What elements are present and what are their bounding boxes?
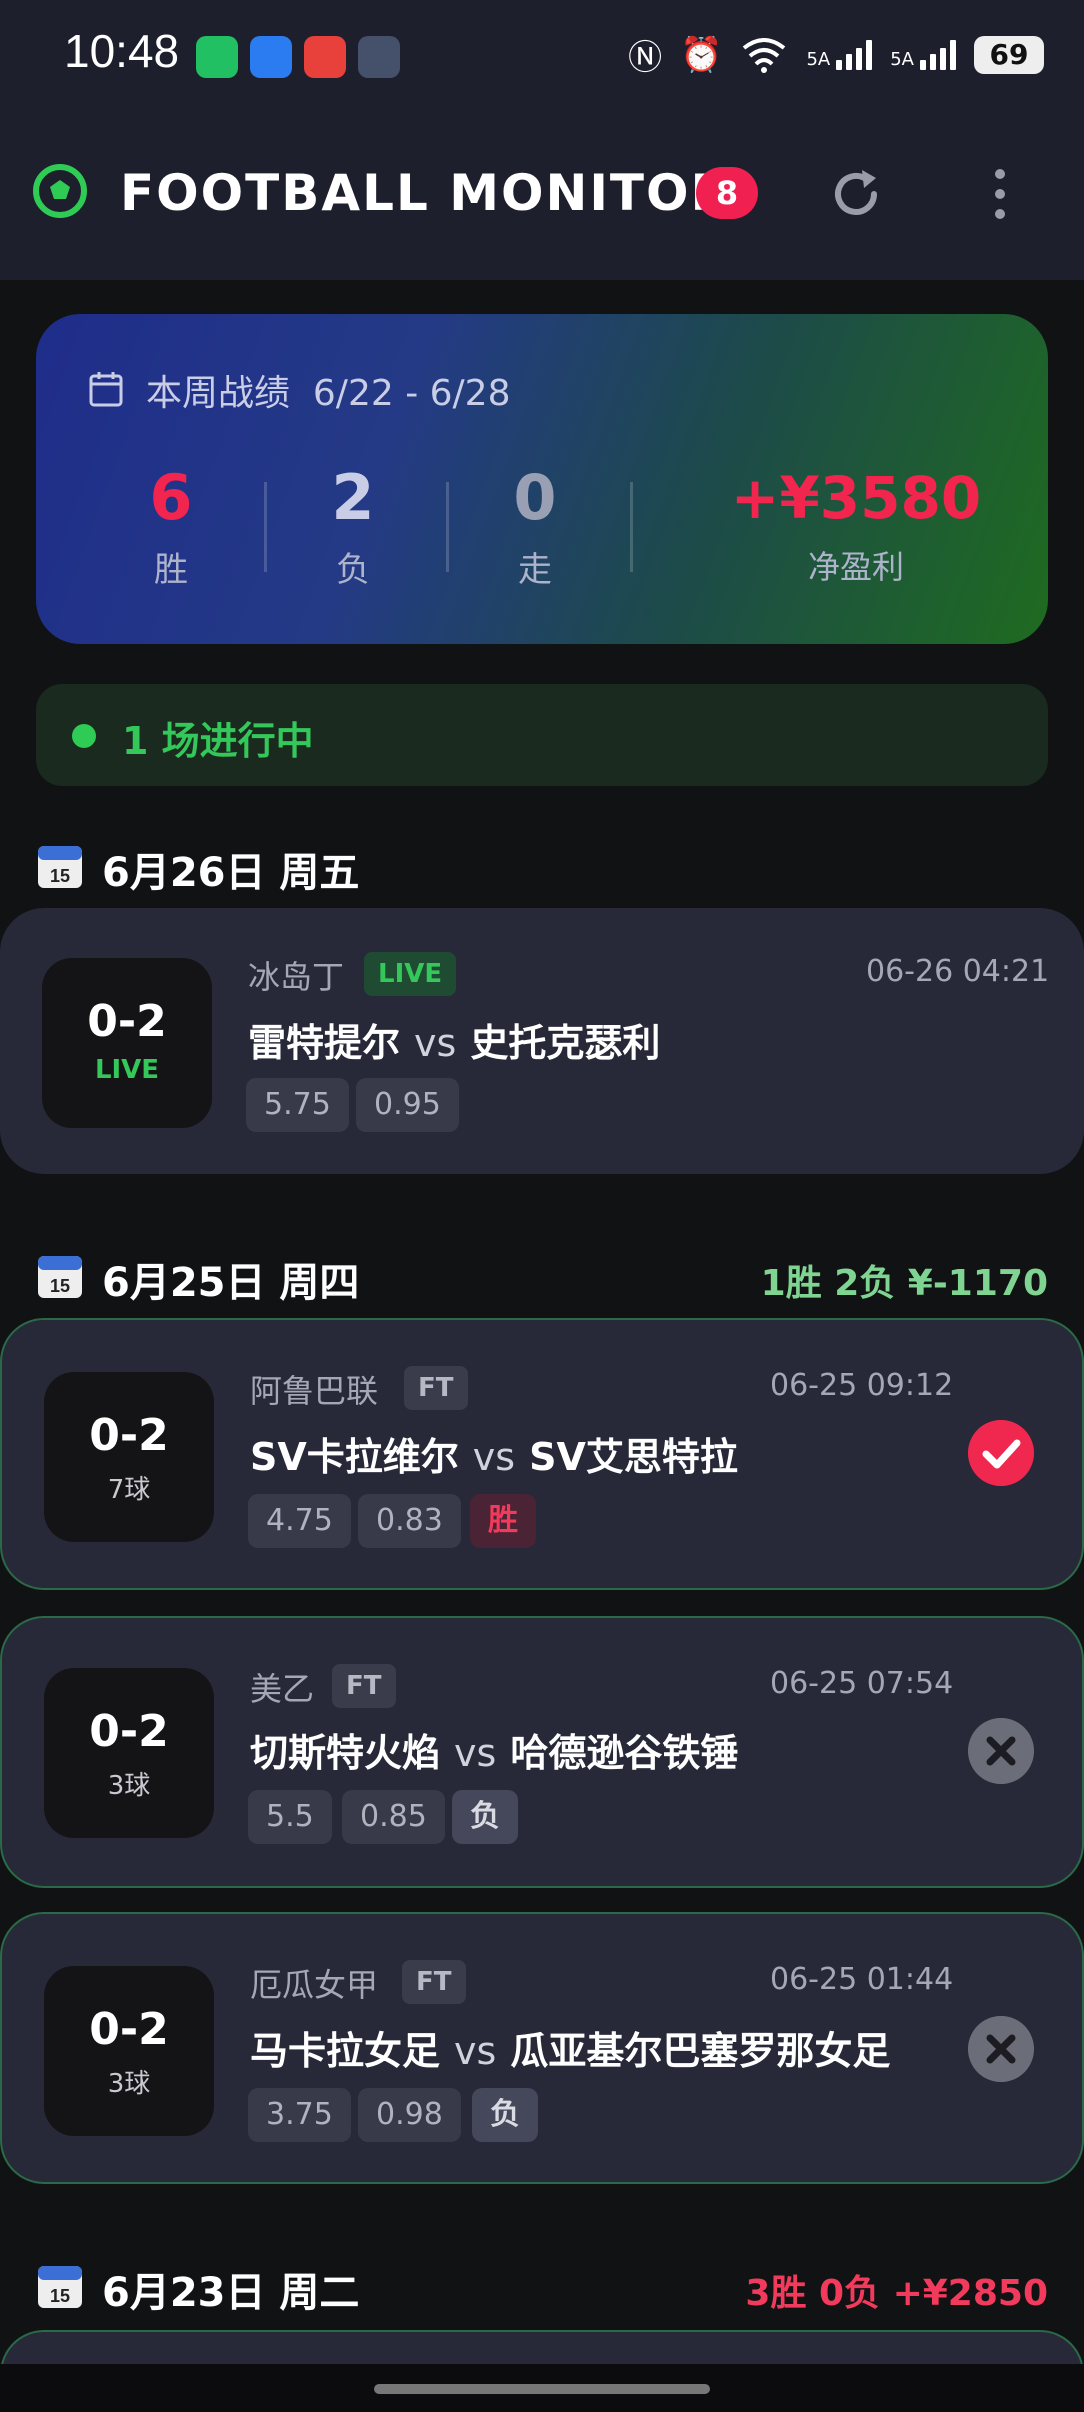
status-chip: LIVE (364, 952, 457, 996)
match-teams: 马卡拉女足 vs 瓜亚基尔巴塞罗那女足 (250, 2029, 891, 2073)
odd-chip: 5.5 (248, 1790, 332, 1844)
status-bar: 10:48 Ⓝ ⏰ 5A 5A 69 (0, 0, 1084, 110)
score-box: 0-2 LIVE (42, 958, 212, 1128)
match-card[interactable]: 0-2 3球 厄瓜女甲 FT 06-25 01:44 马卡拉女足 vs 瓜亚基尔巴塞… (0, 1912, 1084, 2184)
wechat-icon (196, 36, 238, 78)
score-box: 0-2 3球 (44, 1668, 214, 1838)
status-right: Ⓝ ⏰ 5A 5A 69 (628, 30, 1044, 79)
live-dot-icon (72, 724, 96, 748)
result-chip: 胜 (470, 1494, 536, 1548)
football-icon (33, 164, 87, 218)
status-chip: FT (404, 1366, 468, 1410)
calendar-day-icon: 15 (38, 2266, 82, 2308)
odd-chip: 3.75 (248, 2088, 351, 2142)
calendar-day-icon: 15 (38, 1256, 82, 1298)
app-618-icon (304, 36, 346, 78)
signal-icon-1: 5A (806, 39, 873, 70)
day-header: 15 6月25日 周四 1胜 2负 ¥-1170 (36, 1246, 1048, 1306)
score-box: 0-2 7球 (44, 1372, 214, 1542)
calendar-day-icon: 15 (38, 846, 82, 888)
day-header: 15 6月23日 周二 3胜 0负 +¥2850 (36, 2256, 1048, 2316)
app-shield-icon (250, 36, 292, 78)
match-teams: SV卡拉维尔 vs SV艾思特拉 (250, 1435, 738, 1479)
match-teams: 雷特提尔 vs 史托克瑟利 (248, 1021, 661, 1065)
check-icon (968, 1420, 1034, 1486)
odd-chip: 0.83 (358, 1494, 461, 1548)
stat-divider (446, 482, 449, 572)
battery-icon: 69 (974, 35, 1044, 74)
app-flutter-icon (358, 36, 400, 78)
weekly-label: 本周战绩 6/22 - 6/28 (146, 373, 511, 414)
cross-icon (968, 1718, 1034, 1784)
status-time: 10:48 (64, 25, 180, 77)
signal-icon-2: 5A (890, 39, 956, 70)
notification-badge[interactable]: 8 (696, 167, 758, 219)
day-header: 15 6月26日 周五 (36, 836, 1048, 896)
match-card[interactable]: 0-2 LIVE 冰岛丁 LIVE 06-26 04:21 雷特提尔 vs 史托克瑟… (0, 908, 1084, 1174)
alarm-icon: ⏰ (680, 34, 723, 75)
day-summary: 3胜 0负 +¥2850 (745, 2273, 1048, 2314)
match-card[interactable]: 0-2 7球 阿鲁巴联 FT 06-25 09:12 SV卡拉维尔 vs SV艾思特… (0, 1318, 1084, 1590)
match-teams: 切斯特火焰 vs 哈德逊谷铁锤 (250, 1731, 739, 1775)
more-vert-icon[interactable] (982, 164, 1018, 224)
status-chip: FT (332, 1664, 396, 1708)
score-box: 0-2 3球 (44, 1966, 214, 2136)
stat-losses: 2 负 (331, 461, 375, 591)
nfc-icon: Ⓝ (628, 38, 663, 78)
status-chip: FT (402, 1960, 466, 2004)
refresh-icon[interactable] (826, 164, 886, 224)
stat-profit: +¥3580 净盈利 (730, 464, 982, 586)
odd-chip: 4.75 (248, 1494, 351, 1548)
odd-chip: 0.85 (342, 1790, 445, 1844)
stat-draws: 0 走 (513, 461, 557, 591)
weekly-summary-card: 本周战绩 6/22 - 6/28 6 胜 2 负 0 走 +¥3580 净盈利 (36, 314, 1048, 644)
calendar-icon (89, 372, 123, 407)
live-banner[interactable]: 1 场进行中 (36, 684, 1048, 786)
svg-text:15: 15 (50, 2286, 70, 2306)
cross-icon (968, 2016, 1034, 2082)
odd-chip: 0.98 (358, 2088, 461, 2142)
odd-chip: 5.75 (246, 1078, 349, 1132)
odd-chip: 0.95 (356, 1078, 459, 1132)
app-bar: FOOTBALL MONITOR 8 (0, 110, 1084, 280)
gesture-bar[interactable] (374, 2384, 710, 2394)
result-chip: 负 (452, 1790, 518, 1844)
stat-wins: 6 胜 (149, 461, 193, 591)
wifi-icon (743, 37, 786, 73)
result-chip: 负 (472, 2088, 538, 2142)
svg-text:15: 15 (50, 1276, 70, 1296)
stat-divider (264, 482, 267, 572)
match-card[interactable]: 0-2 3球 美乙 FT 06-25 07:54 切斯特火焰 vs 哈德逊谷铁锤 5… (0, 1616, 1084, 1888)
app-title: FOOTBALL MONITOR (120, 164, 732, 222)
day-summary: 1胜 2负 ¥-1170 (760, 1263, 1048, 1304)
svg-text:15: 15 (50, 866, 70, 886)
stat-divider (630, 482, 633, 572)
